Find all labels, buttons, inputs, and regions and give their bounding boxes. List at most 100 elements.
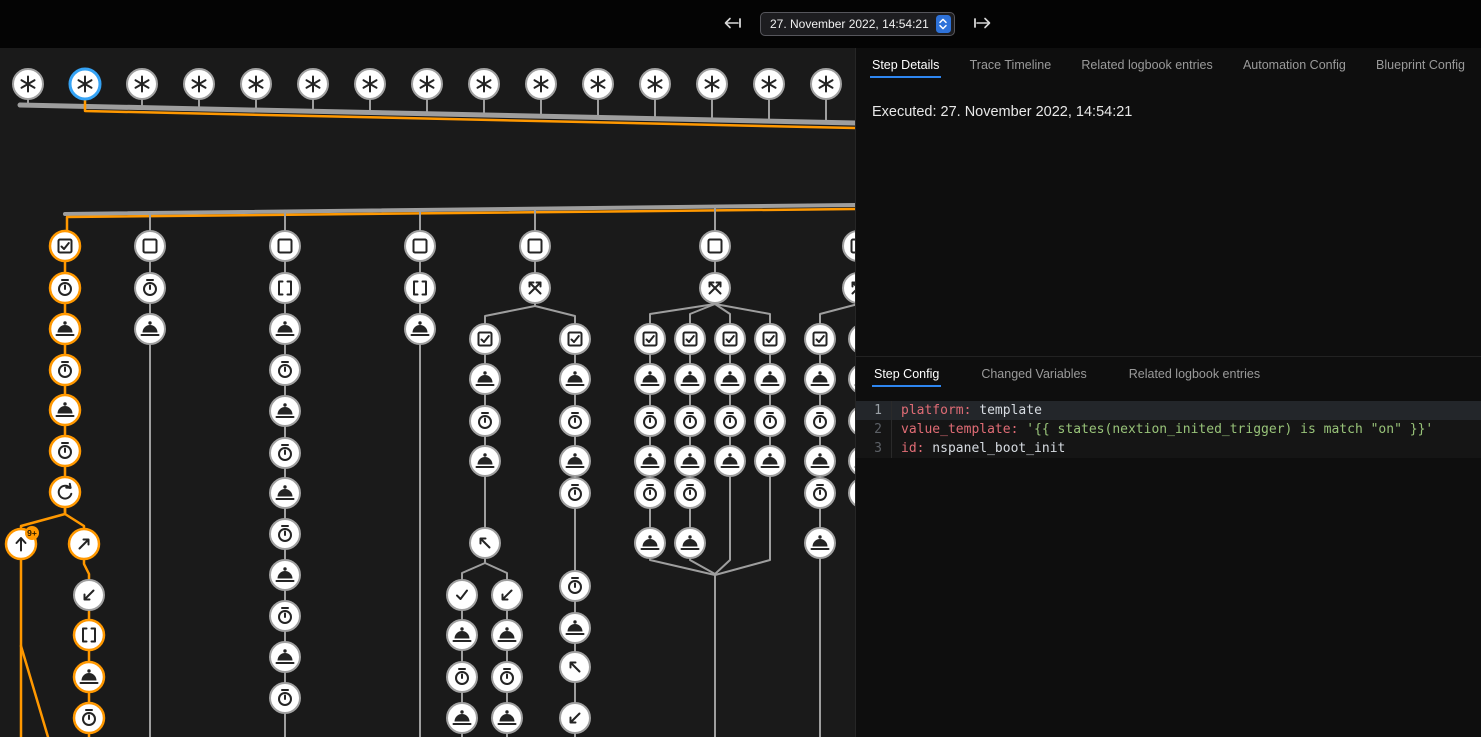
graph-node-timer[interactable]: [50, 355, 80, 385]
graph-node-checkbox[interactable]: [675, 324, 705, 354]
graph-node-repeat[interactable]: [50, 477, 80, 507]
graph-node-timer[interactable]: [270, 438, 300, 468]
graph-node-asterisk[interactable]: [412, 69, 442, 99]
graph-node-checkbox[interactable]: [715, 324, 745, 354]
graph-node-bell[interactable]: [715, 446, 745, 476]
graph-node-checkbox[interactable]: [805, 324, 835, 354]
graph-node-bell[interactable]: [675, 528, 705, 558]
graph-node-checkbox[interactable]: [560, 324, 590, 354]
graph-node-bell[interactable]: [755, 446, 785, 476]
graph-node-asterisk[interactable]: [184, 69, 214, 99]
graph-node-timer[interactable]: [50, 436, 80, 466]
graph-node-square[interactable]: [843, 231, 855, 261]
graph-node-timer[interactable]: [74, 703, 104, 733]
graph-node-timer[interactable]: [755, 406, 785, 436]
graph-node-square[interactable]: [405, 231, 435, 261]
graph-node-bell[interactable]: [805, 528, 835, 558]
tab-trace-timeline[interactable]: Trace Timeline: [968, 54, 1054, 78]
tab-related-logbook-entries[interactable]: Related logbook entries: [1079, 54, 1214, 78]
graph-node-brackets[interactable]: [405, 273, 435, 303]
graph-node-bell[interactable]: [560, 364, 590, 394]
graph-node-checkbox[interactable]: [50, 231, 80, 261]
graph-node-bell[interactable]: [270, 478, 300, 508]
run-selector[interactable]: 27. November 2022, 14:54:21: [760, 12, 955, 36]
graph-node-timer[interactable]: [50, 273, 80, 303]
graph-node-choose[interactable]: [520, 273, 550, 303]
graph-node-timer[interactable]: [560, 478, 590, 508]
tab-blueprint-config[interactable]: Blueprint Config: [1374, 54, 1467, 78]
graph-node-timer[interactable]: [675, 406, 705, 436]
graph-node-asterisk[interactable]: [13, 69, 43, 99]
graph-node-timer[interactable]: [715, 406, 745, 436]
graph-node-asterisk[interactable]: [70, 69, 100, 99]
graph-node-asterisk[interactable]: [241, 69, 271, 99]
trace-graph-canvas[interactable]: 9+: [0, 48, 855, 737]
graph-node-bell[interactable]: [50, 314, 80, 344]
graph-node-timer[interactable]: [635, 478, 665, 508]
graph-node-timer[interactable]: [560, 406, 590, 436]
graph-node-asterisk[interactable]: [583, 69, 613, 99]
graph-node-timer[interactable]: [270, 519, 300, 549]
graph-node-bell[interactable]: [755, 364, 785, 394]
graph-node-asterisk[interactable]: [640, 69, 670, 99]
graph-node-asterisk[interactable]: [469, 69, 499, 99]
graph-node-bell[interactable]: [675, 446, 705, 476]
graph-node-timer[interactable]: [135, 273, 165, 303]
graph-node-asterisk[interactable]: [754, 69, 784, 99]
graph-node-bell[interactable]: [405, 314, 435, 344]
graph-node-bell[interactable]: [447, 703, 477, 733]
graph-node-bell[interactable]: [560, 613, 590, 643]
graph-node-brackets[interactable]: [270, 273, 300, 303]
graph-node-asterisk[interactable]: [811, 69, 841, 99]
graph-node-timer[interactable]: [635, 406, 665, 436]
graph-node-arrow-down-left[interactable]: [74, 580, 104, 610]
graph-node-arrow-up[interactable]: 9+: [6, 526, 39, 559]
graph-node-bell[interactable]: [270, 314, 300, 344]
graph-node-bell[interactable]: [50, 395, 80, 425]
graph-node-timer[interactable]: [805, 478, 835, 508]
graph-node-timer[interactable]: [447, 662, 477, 692]
graph-node-asterisk[interactable]: [526, 69, 556, 99]
up-down-stepper-icon[interactable]: [936, 15, 951, 33]
graph-node-choose[interactable]: [843, 273, 855, 303]
graph-node-asterisk[interactable]: [298, 69, 328, 99]
graph-node-arrow-up-left[interactable]: [560, 652, 590, 682]
graph-node-bell[interactable]: [805, 364, 835, 394]
tab-step-details[interactable]: Step Details: [870, 54, 941, 78]
graph-node-arrow-down-left[interactable]: [492, 580, 522, 610]
graph-node-bell[interactable]: [492, 703, 522, 733]
next-run-button[interactable]: [969, 11, 995, 38]
graph-node-square[interactable]: [520, 231, 550, 261]
graph-node-bell[interactable]: [675, 364, 705, 394]
graph-node-arrow-up-right[interactable]: [69, 529, 99, 559]
graph-node-bell[interactable]: [270, 642, 300, 672]
graph-node-checkbox[interactable]: [755, 324, 785, 354]
graph-node-bell[interactable]: [805, 446, 835, 476]
graph-node-timer[interactable]: [270, 683, 300, 713]
graph-node-square[interactable]: [270, 231, 300, 261]
graph-node-bell[interactable]: [270, 396, 300, 426]
step-config-code[interactable]: 1platform: template2value_template: '{{ …: [856, 401, 1481, 458]
graph-node-asterisk[interactable]: [355, 69, 385, 99]
graph-node-timer[interactable]: [560, 571, 590, 601]
graph-node-timer[interactable]: [270, 601, 300, 631]
graph-node-timer[interactable]: [470, 406, 500, 436]
graph-node-square[interactable]: [135, 231, 165, 261]
graph-node-brackets[interactable]: [74, 620, 104, 650]
graph-node-bell[interactable]: [447, 620, 477, 650]
previous-run-button[interactable]: [720, 11, 746, 38]
tab-step-config[interactable]: Step Config: [872, 363, 941, 387]
graph-node-checkbox[interactable]: [635, 324, 665, 354]
graph-node-check[interactable]: [447, 580, 477, 610]
graph-node-square[interactable]: [700, 231, 730, 261]
graph-node-timer[interactable]: [270, 355, 300, 385]
graph-node-asterisk[interactable]: [127, 69, 157, 99]
graph-node-bell[interactable]: [635, 446, 665, 476]
graph-node-bell[interactable]: [74, 662, 104, 692]
graph-node-bell[interactable]: [560, 446, 590, 476]
tab-related-logbook-entries[interactable]: Related logbook entries: [1127, 363, 1262, 387]
graph-node-bell[interactable]: [470, 364, 500, 394]
graph-node-arrow-down-left[interactable]: [560, 703, 590, 733]
graph-node-checkbox[interactable]: [470, 324, 500, 354]
graph-node-bell[interactable]: [635, 528, 665, 558]
